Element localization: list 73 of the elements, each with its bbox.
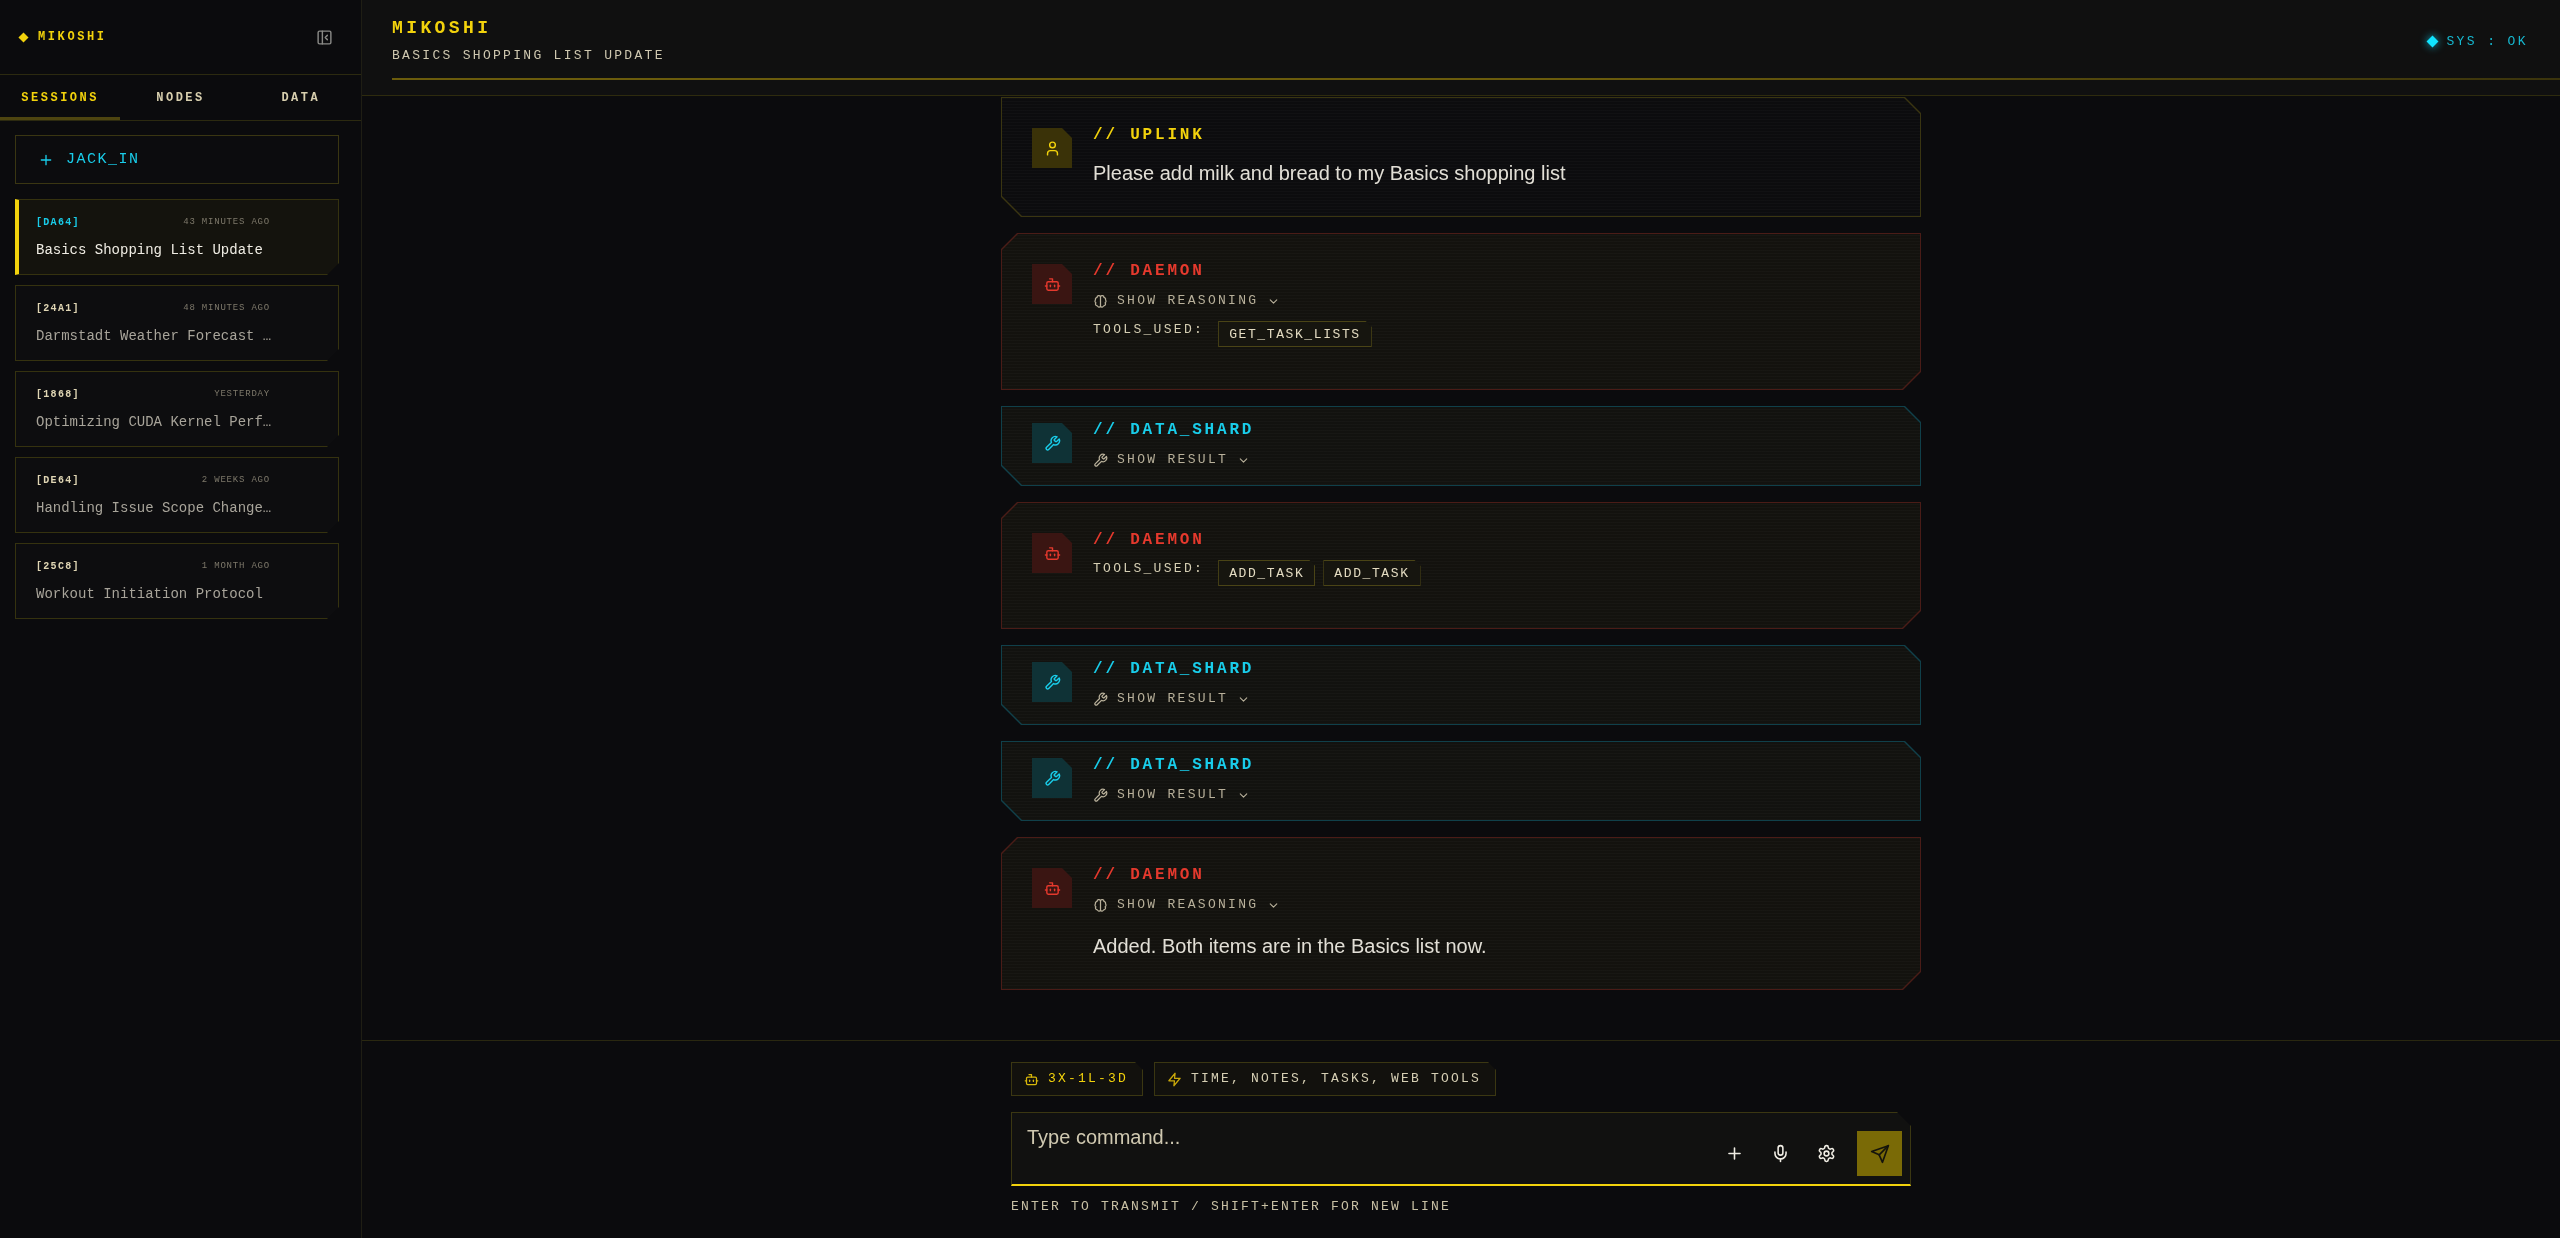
session-title: Basics Shopping List Update <box>36 241 264 259</box>
session-title: Workout Initiation Protocol <box>36 585 264 603</box>
session-time: 1 MONTH AGO <box>201 561 270 571</box>
tools-chip[interactable]: TIME, NOTES, TASKS, WEB TOOLS <box>1154 1062 1497 1096</box>
robot-icon <box>1032 868 1072 908</box>
message-label: // DAEMON <box>1093 530 1205 550</box>
session-id: [25C8] <box>36 560 80 572</box>
send-icon <box>1869 1143 1890 1164</box>
send-button[interactable] <box>1857 1131 1902 1176</box>
session-item[interactable]: [DA64] 43 MINUTES AGO Basics Shopping List Update <box>15 199 339 275</box>
result-toggle[interactable]: SHOW RESULT <box>1093 785 1251 805</box>
message-label: // DAEMON <box>1093 865 1205 885</box>
diamond-icon <box>2426 34 2440 48</box>
result-toggle[interactable]: SHOW RESULT <box>1093 450 1251 470</box>
sidebar-panel-icon <box>316 28 333 46</box>
robot-icon <box>1032 264 1072 304</box>
message-label: // DATA_SHARD <box>1093 659 1255 679</box>
session-title: Handling Issue Scope Change… <box>36 499 270 517</box>
tool-tag: GET_TASK_LISTS <box>1218 321 1372 347</box>
session-id: [DE64] <box>36 474 80 486</box>
collapse-sidebar-button[interactable] <box>316 28 333 46</box>
robot-icon <box>1032 533 1072 573</box>
reasoning-toggle[interactable]: SHOW REASONING <box>1093 895 1281 915</box>
session-id: [1868] <box>36 388 80 400</box>
wrench-icon <box>1032 758 1072 798</box>
session-id: [DA64] <box>36 216 80 228</box>
session-title: Optimizing CUDA Kernel Perf… <box>36 413 270 431</box>
session-heading: BASICS SHOPPING LIST UPDATE <box>392 47 665 65</box>
brain-icon <box>1093 293 1108 309</box>
session-title: Darmstadt Weather Forecast … <box>36 327 270 345</box>
app-title: MIKOSHI <box>392 17 493 39</box>
sidebar-tab[interactable]: NODES <box>120 75 241 120</box>
message-label: // DATA_SHARD <box>1093 420 1255 440</box>
wrench-icon <box>1093 787 1108 803</box>
wrench-icon <box>1032 423 1072 463</box>
command-field[interactable]: Type command... <box>1011 1112 1911 1186</box>
session-id: [24A1] <box>36 302 80 314</box>
tool-tag: ADD_TASK <box>1323 560 1421 586</box>
wrench-icon <box>1093 691 1108 707</box>
input-hint: ENTER TO TRANSMIT / SHIFT+ENTER FOR NEW LINE <box>1011 1199 1453 1215</box>
lightning-icon <box>1167 1071 1182 1087</box>
session-item[interactable]: [DE64] 2 WEEKS AGO Handling Issue Scope Change… <box>15 457 339 533</box>
message-label: // DATA_SHARD <box>1093 755 1255 775</box>
settings-icon <box>1816 1144 1836 1163</box>
status-text: SYS : OK <box>2446 33 2528 49</box>
user-icon <box>1032 128 1072 168</box>
message-label: // UPLINK <box>1093 125 1205 145</box>
logo-text: MIKOSHI <box>38 30 107 44</box>
reasoning-toggle[interactable]: SHOW REASONING <box>1093 291 1281 311</box>
tool-tag: ADD_TASK <box>1218 560 1316 586</box>
session-item[interactable]: [24A1] 48 MINUTES AGO Darmstadt Weather Forecast … <box>15 285 339 361</box>
result-toggle[interactable]: SHOW RESULT <box>1093 689 1251 709</box>
wrench-icon <box>1093 452 1108 468</box>
session-item[interactable]: [1868] YESTERDAY Optimizing CUDA Kernel Perf… <box>15 371 339 447</box>
session-time: 48 MINUTES AGO <box>183 303 270 313</box>
wrench-icon <box>1032 662 1072 702</box>
tools-label: TOOLS_USED: <box>1093 321 1205 339</box>
tools-label: TOOLS_USED: <box>1093 560 1205 578</box>
model-chip[interactable]: 3X-1L-3D <box>1011 1062 1143 1096</box>
message-text: Added. Both items are in the Basics list now. <box>1093 934 1487 959</box>
command-input[interactable]: Type command... <box>1012 1113 1719 1184</box>
sidebar-tab[interactable]: DATA <box>240 75 361 120</box>
new-session-button[interactable]: JACK_IN <box>15 135 339 184</box>
session-item[interactable]: [25C8] 1 MONTH AGO Workout Initiation Protocol <box>15 543 339 619</box>
message-text: Please add milk and bread to my Basics shopping list <box>1093 161 1566 186</box>
sidebar-tab[interactable]: SESSIONS <box>0 75 121 120</box>
robot-icon <box>1024 1071 1039 1087</box>
session-time: 2 WEEKS AGO <box>201 475 270 485</box>
diamond-icon <box>18 31 29 43</box>
brain-icon <box>1093 897 1108 913</box>
session-time: YESTERDAY <box>214 389 270 399</box>
session-time: 43 MINUTES AGO <box>183 217 270 227</box>
message-label: // DAEMON <box>1093 261 1205 281</box>
